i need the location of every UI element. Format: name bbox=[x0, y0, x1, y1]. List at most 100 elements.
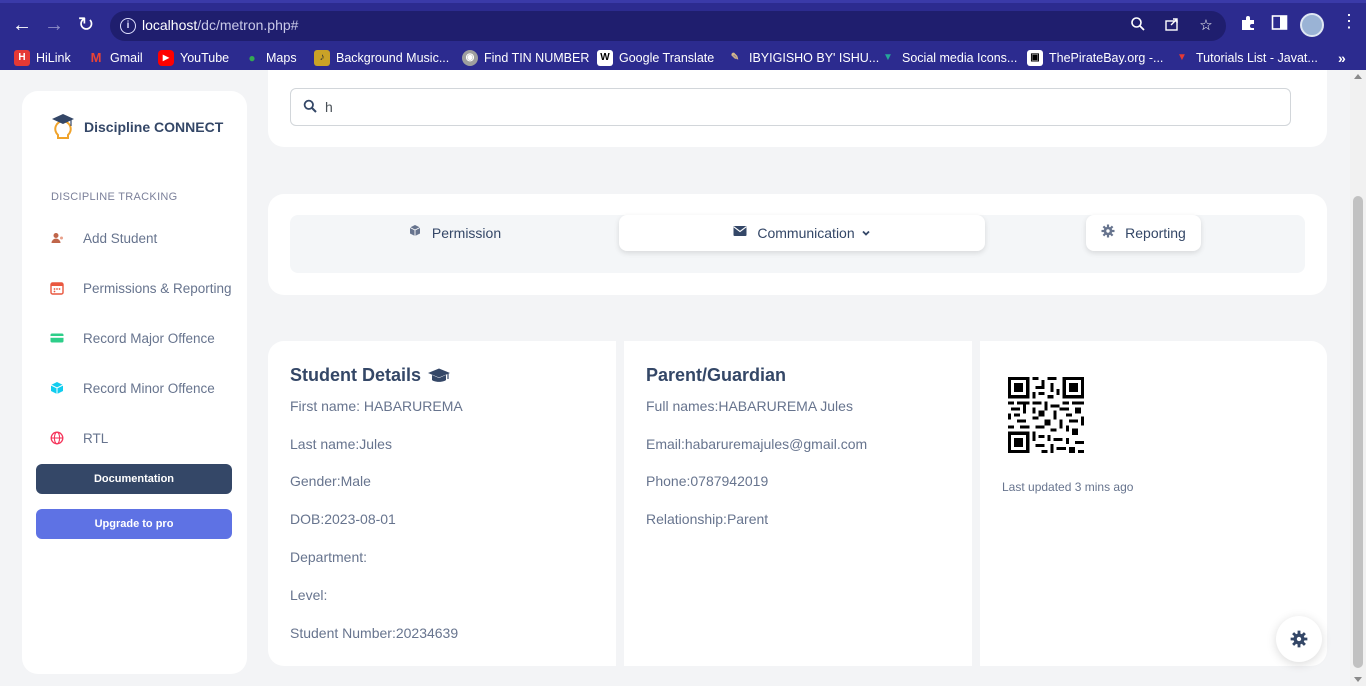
site-info-icon[interactable]: i bbox=[120, 18, 136, 34]
bookmark-item[interactable]: W Google Translate bbox=[597, 50, 714, 66]
tab-label: Reporting bbox=[1125, 225, 1186, 241]
gear-icon bbox=[1101, 224, 1115, 238]
pen-icon: ✎ bbox=[730, 52, 740, 63]
search-box[interactable] bbox=[290, 88, 1291, 126]
sidebar: Discipline CONNECT DISCIPLINE TRACKING A… bbox=[22, 91, 247, 674]
student-dob: DOB:2023-08-01 bbox=[290, 511, 396, 527]
address-bar[interactable]: i localhost/dc/metron.php# ☆ bbox=[110, 11, 1226, 41]
scroll-down-icon[interactable] bbox=[1354, 677, 1362, 682]
upgrade-to-pro-button[interactable]: Upgrade to pro bbox=[36, 509, 232, 539]
user-icon bbox=[51, 233, 63, 243]
javatpoint-icon: ▼ bbox=[1177, 52, 1187, 63]
tab-permission[interactable]: Permission bbox=[290, 215, 619, 251]
globe-icon bbox=[50, 431, 64, 445]
student-details-title: Student Details bbox=[290, 365, 451, 386]
bookmark-item[interactable]: ✎ IBYIGISHO BY' ISHU... bbox=[727, 50, 879, 66]
bookmark-item[interactable]: M Gmail bbox=[88, 50, 143, 66]
sidebar-item-label: Record Minor Offence bbox=[83, 380, 215, 396]
tabs-card: Permission Communication Reporting bbox=[268, 194, 1327, 295]
parent-relationship: Relationship:Parent bbox=[646, 511, 769, 527]
search-icon bbox=[303, 99, 317, 113]
zoom-icon[interactable] bbox=[1128, 16, 1148, 36]
tabs-bar: Permission Communication Reporting bbox=[290, 215, 1305, 273]
last-updated-text: Last updated 3 mins ago bbox=[1002, 480, 1134, 494]
parent-guardian-title: Parent/Guardian bbox=[646, 365, 787, 385]
cube-icon bbox=[50, 382, 64, 394]
student-level: Level: bbox=[290, 587, 328, 603]
wikipedia-icon: W bbox=[597, 50, 613, 66]
back-arrow-icon[interactable]: ← bbox=[10, 13, 34, 37]
reload-icon[interactable]: ↻ bbox=[74, 13, 98, 37]
brand[interactable]: Discipline CONNECT bbox=[50, 113, 223, 141]
bookmark-item[interactable]: ♪ Background Music... bbox=[314, 50, 449, 66]
box-icon bbox=[409, 225, 421, 236]
lightbulb-cap-icon bbox=[52, 114, 74, 139]
gmail-icon: M bbox=[90, 50, 102, 65]
credit-card-icon bbox=[50, 333, 64, 343]
share-icon[interactable] bbox=[1162, 16, 1182, 36]
sidebar-item-label: Permissions & Reporting bbox=[83, 280, 232, 296]
sidebar-item-label: Record Major Offence bbox=[83, 330, 215, 346]
envelope-icon bbox=[733, 226, 747, 236]
brand-name: Discipline CONNECT bbox=[84, 119, 224, 135]
tab-reporting[interactable]: Reporting bbox=[1086, 215, 1201, 251]
ship-icon: ▣ bbox=[1027, 50, 1043, 66]
settings-fab-button[interactable] bbox=[1276, 616, 1322, 662]
student-gender: Gender:Male bbox=[290, 473, 371, 489]
maps-icon: ● bbox=[248, 51, 256, 65]
calendar-icon bbox=[50, 282, 64, 295]
sidebar-item-label: Add Student bbox=[83, 230, 158, 246]
globe-icon: ◉ bbox=[462, 50, 478, 66]
sidebar-item-label: RTL bbox=[83, 430, 109, 446]
more-menu-icon[interactable]: ⋮ bbox=[1340, 11, 1358, 32]
forward-arrow-icon[interactable]: → bbox=[42, 13, 66, 37]
side-panel-icon[interactable] bbox=[1271, 14, 1288, 36]
student-number: Student Number:20234639 bbox=[290, 625, 459, 641]
hilink-icon: H bbox=[14, 50, 30, 66]
browser-toolbar: ← → ↻ i localhost/dc/metron.php# ☆ ⋮ bbox=[0, 0, 1366, 46]
youtube-icon: ▶ bbox=[158, 50, 174, 66]
sidebar-item-add-student[interactable]: Add Student bbox=[50, 226, 157, 250]
bookmark-item[interactable]: ▼ Tutorials List - Javat... bbox=[1174, 50, 1318, 66]
page-scrollbar[interactable] bbox=[1350, 70, 1366, 686]
student-details-card: Student Details First name: HABARUREMA L… bbox=[268, 341, 616, 666]
scroll-up-icon[interactable] bbox=[1354, 74, 1362, 79]
search-card bbox=[268, 70, 1327, 147]
bookmarks-overflow-icon[interactable]: » bbox=[1338, 50, 1346, 66]
student-department: Department: bbox=[290, 549, 368, 565]
address-url[interactable]: localhost/dc/metron.php# bbox=[142, 17, 298, 33]
profile-avatar[interactable] bbox=[1300, 13, 1324, 37]
graduation-cap-icon bbox=[428, 368, 451, 382]
bookmark-item[interactable]: H HiLink bbox=[14, 50, 71, 66]
bookmark-item[interactable]: ▣ ThePirateBay.org -... bbox=[1027, 50, 1163, 66]
music-icon: ♪ bbox=[314, 50, 330, 66]
parent-guardian-card: Parent/Guardian Full names:HABARUREMA Ju… bbox=[624, 341, 972, 666]
section-title: DISCIPLINE TRACKING bbox=[51, 191, 178, 203]
sidebar-item-permissions-reporting[interactable]: Permissions & Reporting bbox=[50, 276, 232, 300]
bookmark-item[interactable]: ▼ Social media Icons... bbox=[880, 50, 1017, 66]
student-first-name: First name: HABARUREMA bbox=[290, 398, 463, 414]
tab-label: Permission bbox=[431, 225, 502, 241]
tab-label: Communication bbox=[757, 225, 855, 241]
gear-icon bbox=[1290, 630, 1308, 648]
parent-email: Email:habaruremajules@gmail.com bbox=[646, 436, 868, 452]
bookmark-item[interactable]: ● Maps bbox=[244, 50, 296, 66]
search-input[interactable] bbox=[325, 97, 1275, 117]
documentation-button[interactable]: Documentation bbox=[36, 464, 232, 494]
tab-communication[interactable]: Communication bbox=[619, 215, 985, 251]
chevron-down-icon bbox=[861, 230, 870, 236]
bookmarks-bar: H HiLink M Gmail ▶ YouTube ● Maps ♪ Backgroun… bbox=[0, 46, 1366, 70]
bookmark-item[interactable]: ◉ Find TIN NUMBER bbox=[462, 50, 589, 66]
page-viewport: Discipline CONNECT DISCIPLINE TRACKING A… bbox=[0, 70, 1350, 686]
bookmark-star-icon[interactable]: ☆ bbox=[1196, 16, 1216, 36]
extensions-puzzle-icon[interactable] bbox=[1239, 14, 1257, 37]
sidebar-item-record-minor-offence[interactable]: Record Minor Offence bbox=[50, 376, 215, 400]
sidebar-item-rtl[interactable]: RTL bbox=[50, 426, 108, 450]
parent-full-names: Full names:HABARUREMA Jules bbox=[646, 398, 853, 414]
sidebar-item-record-major-offence[interactable]: Record Major Offence bbox=[50, 326, 215, 350]
student-last-name: Last name:Jules bbox=[290, 436, 392, 452]
qr-code-card: Last updated 3 mins ago bbox=[980, 341, 1327, 666]
scrollbar-thumb[interactable] bbox=[1353, 196, 1363, 668]
bookmark-item[interactable]: ▶ YouTube bbox=[158, 50, 229, 66]
vue-icon: ▼ bbox=[883, 52, 893, 63]
